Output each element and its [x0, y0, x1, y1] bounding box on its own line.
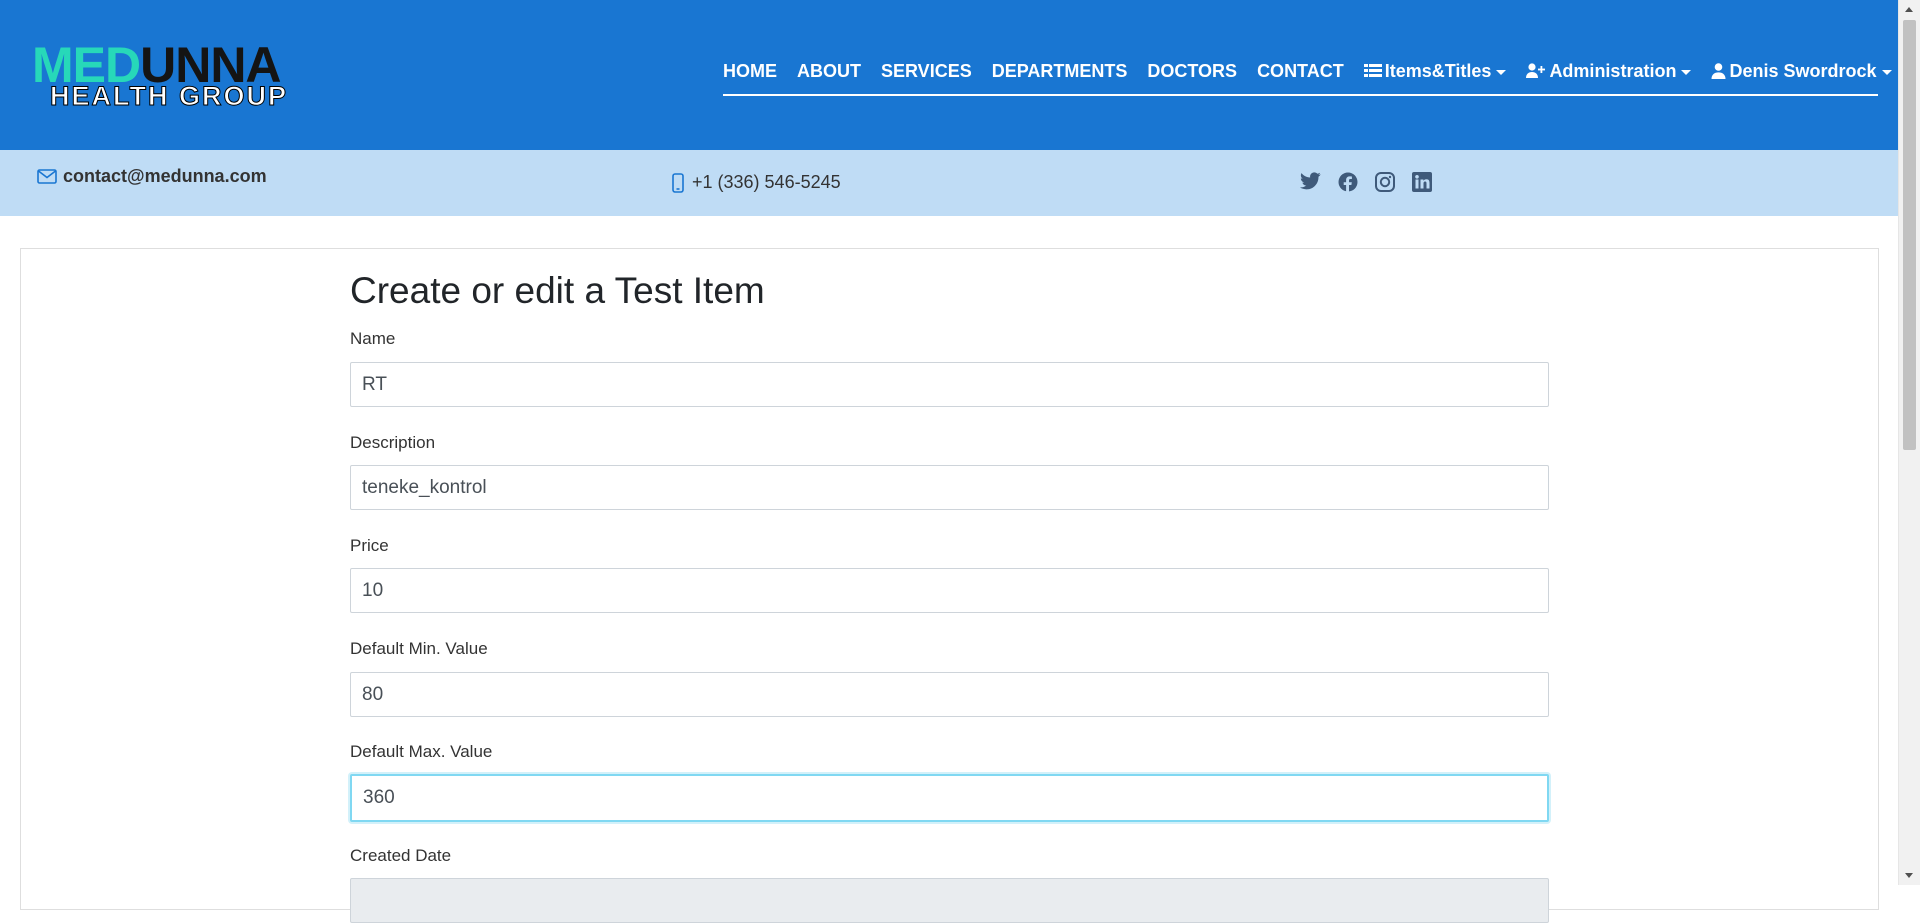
- nav-doctors[interactable]: DOCTORS: [1147, 61, 1237, 90]
- contact-phone[interactable]: +1 (336) 546-5245: [672, 172, 841, 193]
- contact-email[interactable]: contact@medunna.com: [37, 166, 267, 187]
- nav-user-label: Denis Swordrock: [1729, 60, 1877, 81]
- name-input[interactable]: [350, 362, 1549, 407]
- nav-administration-label: Administration: [1549, 60, 1677, 81]
- nav-contact[interactable]: CONTACT: [1257, 61, 1344, 90]
- price-label: Price: [350, 536, 389, 555]
- twitter-icon[interactable]: [1300, 172, 1321, 192]
- description-label: Description: [350, 433, 436, 452]
- envelope-icon: [37, 169, 57, 184]
- social-links: [1300, 172, 1432, 192]
- scroll-down-arrow-icon[interactable]: [1905, 873, 1913, 878]
- nav-services[interactable]: SERVICES: [881, 61, 972, 90]
- price-input[interactable]: [350, 568, 1549, 613]
- nav-user-dropdown[interactable]: Denis Swordrock: [1711, 60, 1892, 90]
- chevron-down-icon: [1881, 69, 1892, 75]
- page-scrollbar[interactable]: [1898, 0, 1920, 885]
- table-list-icon: [1363, 63, 1382, 79]
- logo-subtitle: HEALTH GROUP: [50, 81, 288, 111]
- nav-about[interactable]: ABOUT: [797, 61, 861, 90]
- instagram-icon[interactable]: [1375, 172, 1395, 192]
- user-icon: [1711, 63, 1726, 79]
- main-navbar: MEDUNNA HEALTH GROUP HOME ABOUT SERVICES…: [0, 0, 1899, 150]
- page-title: Create or edit a Test Item: [350, 270, 765, 311]
- contact-email-text: contact@medunna.com: [63, 166, 267, 186]
- default-min-value-input[interactable]: [350, 672, 1549, 717]
- chevron-down-icon: [1681, 69, 1692, 75]
- description-input[interactable]: [350, 465, 1549, 510]
- nav-menu: HOME ABOUT SERVICES DEPARTMENTS DOCTORS …: [723, 56, 1892, 96]
- nav-administration-dropdown[interactable]: Administration: [1526, 60, 1692, 90]
- nav-items-titles-label: Items&Titles: [1384, 60, 1492, 81]
- contact-info-bar: contact@medunna.com +1 (336) 546-5245: [0, 150, 1899, 216]
- nav-departments[interactable]: DEPARTMENTS: [992, 61, 1128, 90]
- facebook-icon[interactable]: [1338, 172, 1358, 192]
- nav-home[interactable]: HOME: [723, 61, 777, 90]
- phone-icon: [672, 172, 684, 193]
- nav-items-titles-dropdown[interactable]: Items&Titles: [1363, 60, 1507, 90]
- linkedin-icon[interactable]: [1412, 172, 1432, 192]
- default-max-value-input[interactable]: [350, 774, 1549, 822]
- medunna-logo[interactable]: MEDUNNA HEALTH GROUP: [32, 37, 392, 111]
- default-max-value-label: Default Max. Value: [350, 742, 493, 761]
- created-date-label: Created Date: [350, 846, 452, 865]
- default-min-value-label: Default Min. Value: [350, 639, 488, 658]
- scrollbar-thumb[interactable]: [1903, 20, 1916, 450]
- contact-phone-text: +1 (336) 546-5245: [692, 172, 841, 192]
- chevron-down-icon: [1496, 69, 1507, 75]
- user-plus-icon: [1526, 63, 1546, 79]
- scroll-up-arrow-icon[interactable]: [1905, 7, 1913, 12]
- name-label: Name: [350, 329, 396, 348]
- logo-wordmark: MEDUNNA: [32, 37, 282, 93]
